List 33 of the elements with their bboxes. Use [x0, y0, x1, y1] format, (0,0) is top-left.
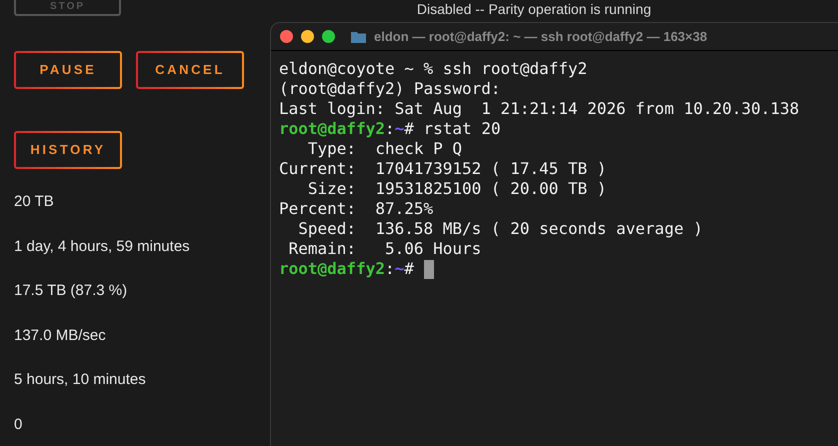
close-icon[interactable]	[280, 30, 293, 43]
prompt-symbol: #	[404, 259, 414, 279]
terminal-line: Last login: Sat Aug 1 21:21:14 2026 from 10.20.30.138	[279, 99, 800, 119]
action-button[interactable]: PAUSE	[14, 51, 122, 89]
stat-value: 20 TB	[14, 193, 55, 211]
terminal-line: Remain: 5.06 Hours	[288, 239, 482, 259]
terminal-line: (root@daffy2) Password:	[279, 79, 502, 99]
prompt-host: root@daffy2	[279, 119, 385, 139]
stat-value: 17.5 TB (87.3 %)	[14, 282, 128, 300]
prompt-host: root@daffy2	[279, 259, 385, 279]
prompt-separator: :	[384, 259, 395, 279]
stat-value: 5 hours, 10 minutes	[14, 371, 147, 389]
stat-value: 0	[14, 416, 24, 434]
terminal-command: rstat 20	[422, 119, 501, 139]
action-button[interactable]: CANCEL	[136, 51, 244, 89]
status-message: Disabled -- Parity operation is running	[416, 0, 652, 19]
terminal-line: Current: 17041739152 ( 17.45 TB )	[279, 159, 608, 179]
folder-icon	[351, 30, 366, 42]
terminal-line: Percent: 87.25%	[279, 199, 434, 219]
prompt-separator: :	[384, 119, 395, 139]
terminal-line: Size: 19531825100 ( 20.00 TB )	[306, 179, 608, 199]
terminal-title: eldon — root@daffy2: ~ — ssh root@daffy2 — 163×38	[374, 28, 708, 46]
prompt-path: ~	[394, 119, 404, 139]
prompt-symbol: #	[404, 119, 414, 139]
stat-value: 137.0 MB/sec	[14, 326, 107, 344]
terminal-line: Type: check P Q	[306, 139, 464, 159]
maximize-icon[interactable]	[322, 30, 335, 43]
prompt-path: ~	[394, 259, 404, 279]
minimize-icon[interactable]	[301, 30, 314, 43]
stat-value: 1 day, 4 hours, 59 minutes	[14, 238, 191, 256]
terminal-line: Speed: 136.58 MB/s ( 20 seconds average )	[297, 219, 704, 239]
terminal-line: eldon@coyote ~ % ssh root@daffy2	[279, 59, 588, 79]
history-button[interactable]: HISTORY	[14, 131, 122, 169]
